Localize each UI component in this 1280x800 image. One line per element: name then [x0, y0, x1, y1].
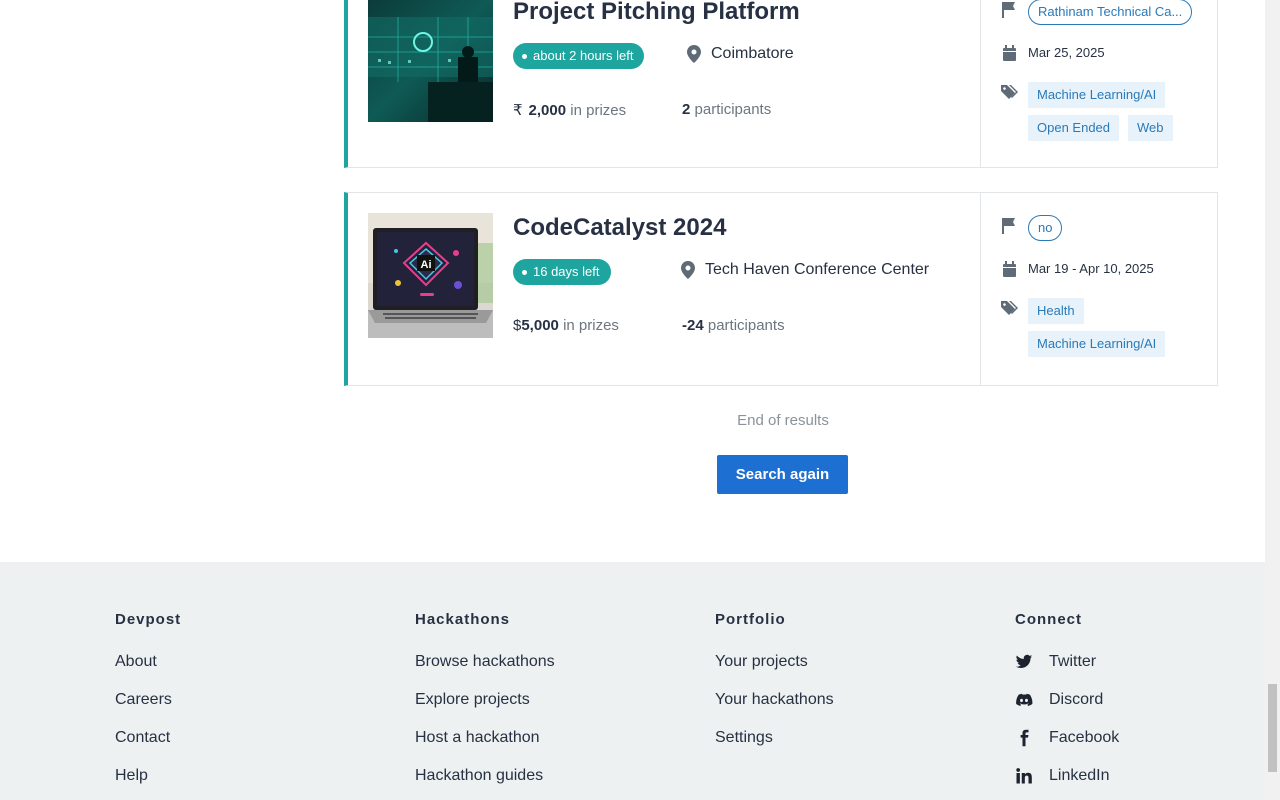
page-viewport: Project Pitching Platform about 2 hours …: [0, 0, 1265, 800]
footer-link-hackathon-guides[interactable]: Hackathon guides: [415, 764, 555, 800]
time-left-badge: about 2 hours left: [513, 43, 645, 69]
prize-value: 2,000: [528, 102, 567, 119]
location-pin-icon: [681, 261, 695, 279]
discord-icon: [1016, 693, 1033, 706]
date-text: Mar 19 - Apr 10, 2025: [1028, 261, 1154, 276]
hackathon-card[interactable]: Ai CodeCatalyst 2024 16 days left Tech H…: [344, 192, 1218, 386]
footer-heading: Devpost: [115, 611, 182, 628]
footer-column-connect: Connect Twitter Discord Facebook LinkedI…: [1015, 610, 1119, 800]
participants: -24 participants: [682, 317, 785, 334]
prize-amount: ₹2,000 in prizes: [513, 101, 626, 119]
footer-link-help[interactable]: Help: [115, 764, 181, 800]
footer-link-facebook[interactable]: Facebook: [1015, 726, 1119, 764]
footer-link-label: LinkedIn: [1049, 767, 1110, 784]
footer-link-label: Twitter: [1049, 653, 1097, 670]
participants-count: -24: [682, 317, 704, 334]
footer-link-twitter[interactable]: Twitter: [1015, 650, 1119, 688]
tags-row: Machine Learning/AI Open Ended Web: [1001, 82, 1208, 141]
prize-value: 5,000: [521, 317, 559, 334]
hackathon-thumbnail[interactable]: [368, 0, 493, 122]
hackathon-title[interactable]: Project Pitching Platform: [513, 0, 800, 26]
footer-heading: Connect: [1015, 611, 1082, 628]
tags-icon: [1001, 301, 1018, 315]
host-row: Rathinam Technical Ca...: [1001, 0, 1193, 25]
footer-link-explore-projects[interactable]: Explore projects: [415, 688, 555, 726]
tags-icon: [1001, 85, 1018, 99]
footer-link-browse-hackathons[interactable]: Browse hackathons: [415, 650, 555, 688]
tag[interactable]: Health: [1028, 298, 1084, 324]
participants-label: participants: [694, 101, 772, 118]
location-text: Tech Haven Conference Center: [705, 261, 930, 278]
tag-list: Health Machine Learning/AI: [1028, 298, 1208, 357]
card-side: no Mar 19 - Apr 10, 2025 Health Machine …: [981, 193, 1217, 385]
card-side: Rathinam Technical Ca... Mar 25, 2025 Ma…: [981, 0, 1217, 167]
footer-link-your-projects[interactable]: Your projects: [715, 650, 834, 688]
calendar-icon: [1003, 261, 1016, 277]
search-again-button[interactable]: Search again: [717, 455, 848, 494]
vertical-scrollbar[interactable]: [1265, 0, 1280, 800]
participants: 2 participants: [682, 101, 771, 118]
location-text: Coimbatore: [711, 45, 794, 62]
time-left-badge: 16 days left: [513, 259, 611, 285]
prize-suffix: in prizes: [563, 317, 619, 334]
thumb-ai-text: Ai: [421, 259, 432, 271]
footer-link-host-hackathon[interactable]: Host a hackathon: [415, 726, 555, 764]
twitter-icon: [1015, 654, 1033, 669]
participants-label: participants: [707, 317, 785, 334]
facebook-icon: [1020, 729, 1029, 747]
host-row: no: [1001, 215, 1063, 241]
footer-link-label: Facebook: [1049, 729, 1120, 746]
calendar-icon: [1003, 45, 1016, 61]
footer-link-contact[interactable]: Contact: [115, 726, 181, 764]
site-footer: Devpost About Careers Contact Help Hacka…: [0, 562, 1265, 800]
footer-link-your-hackathons[interactable]: Your hackathons: [715, 688, 834, 726]
footer-heading: Portfolio: [715, 611, 786, 628]
hackathon-location: Tech Haven Conference Center: [681, 261, 929, 279]
date-row: Mar 19 - Apr 10, 2025: [1001, 259, 1154, 279]
host-badge[interactable]: Rathinam Technical Ca...: [1028, 0, 1193, 25]
tags-row: Health Machine Learning/AI: [1001, 298, 1208, 357]
card-main: Ai CodeCatalyst 2024 16 days left Tech H…: [348, 193, 981, 385]
footer-link-discord[interactable]: Discord: [1015, 688, 1119, 726]
flag-icon: [1002, 2, 1015, 18]
hackathon-thumbnail[interactable]: Ai: [368, 213, 493, 338]
scrollbar-thumb[interactable]: [1268, 684, 1277, 772]
location-pin-icon: [687, 45, 701, 63]
footer-link-careers[interactable]: Careers: [115, 688, 181, 726]
footer-column-devpost: Devpost About Careers Contact Help: [115, 610, 181, 800]
tag[interactable]: Web: [1128, 115, 1173, 141]
date-text: Mar 25, 2025: [1028, 45, 1105, 60]
footer-link-about[interactable]: About: [115, 650, 181, 688]
date-row: Mar 25, 2025: [1001, 43, 1105, 63]
hackathon-location: Coimbatore: [687, 45, 794, 63]
hackathon-card[interactable]: Project Pitching Platform about 2 hours …: [344, 0, 1218, 168]
flag-icon: [1002, 218, 1015, 234]
tag[interactable]: Machine Learning/AI: [1028, 82, 1166, 108]
prize-suffix: in prizes: [570, 102, 627, 119]
footer-column-portfolio: Portfolio Your projects Your hackathons …: [715, 610, 834, 764]
participants-count: 2: [682, 101, 691, 118]
card-main: Project Pitching Platform about 2 hours …: [348, 0, 981, 167]
tag[interactable]: Machine Learning/AI: [1028, 331, 1166, 357]
tag[interactable]: Open Ended: [1028, 115, 1120, 141]
footer-heading: Hackathons: [415, 611, 511, 628]
currency-symbol: ₹: [513, 102, 523, 119]
prize-amount: $5,000 in prizes: [513, 317, 619, 334]
tag-list: Machine Learning/AI Open Ended Web: [1028, 82, 1208, 141]
linkedin-icon: [1016, 768, 1032, 784]
host-badge[interactable]: no: [1028, 215, 1063, 241]
footer-link-label: Discord: [1049, 691, 1104, 708]
hackathon-title[interactable]: CodeCatalyst 2024: [513, 214, 726, 242]
footer-link-linkedin[interactable]: LinkedIn: [1015, 764, 1119, 800]
end-of-results-text: End of results: [737, 412, 829, 429]
footer-column-hackathons: Hackathons Browse hackathons Explore pro…: [415, 610, 555, 800]
footer-link-settings[interactable]: Settings: [715, 726, 834, 764]
